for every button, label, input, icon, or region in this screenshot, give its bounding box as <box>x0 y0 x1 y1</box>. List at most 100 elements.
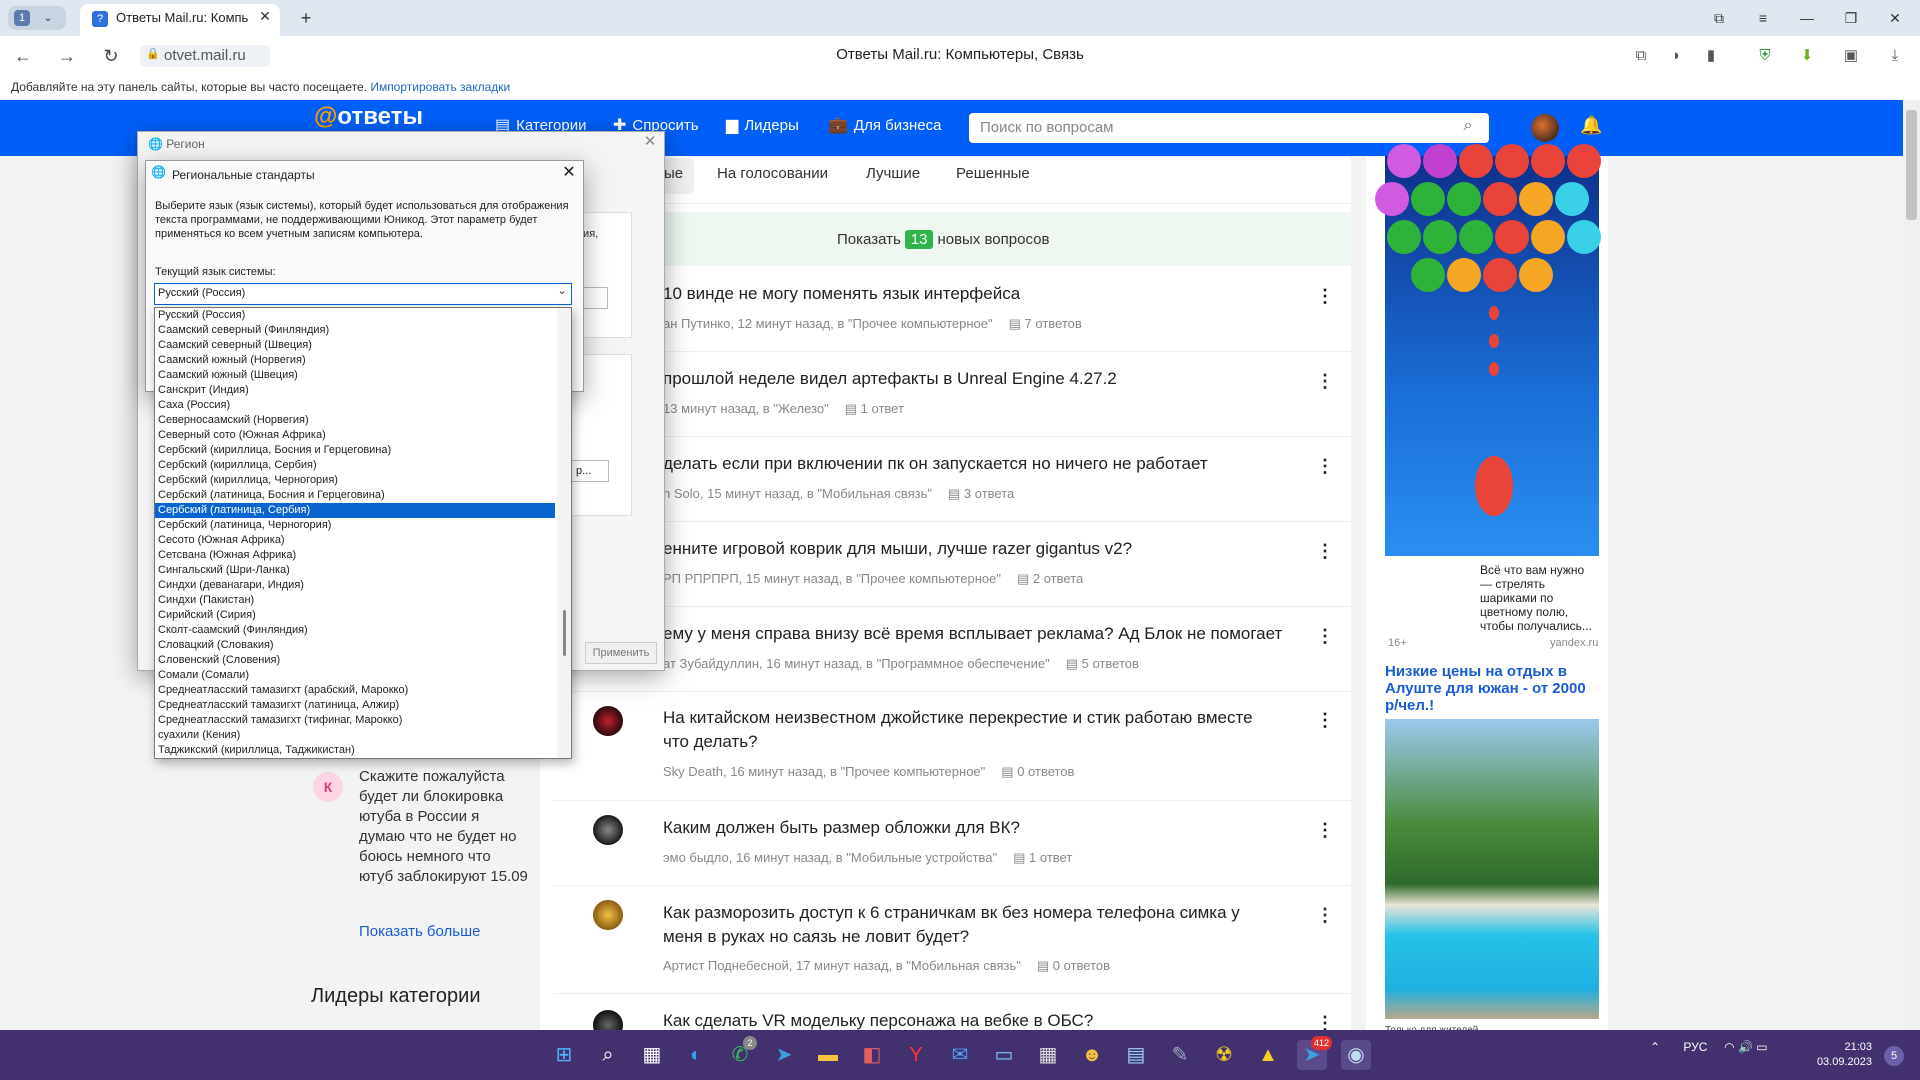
ad-text[interactable]: Всё что вам нужно — стрелять шариками по… <box>1480 563 1596 633</box>
more-vertical-icon[interactable]: ⋮ <box>1316 456 1334 476</box>
question-author[interactable]: Sky Death, 16 минут назад, в "Прочее ком… <box>663 764 985 779</box>
chevron-up-icon[interactable]: ⌃ <box>1650 1040 1660 1054</box>
question-answers[interactable]: 7 ответов <box>1025 316 1082 331</box>
nav-leaders[interactable]: ▆ Лидеры <box>726 117 799 139</box>
lock-icon[interactable]: 🔒 <box>146 49 160 63</box>
left-question-text[interactable]: Скажите пожалуйста будет ли блокировка ю… <box>359 767 529 907</box>
language-option[interactable]: Таджикский (кириллица, Таджикистан) <box>155 743 555 758</box>
restore-icon[interactable]: ❐ <box>1838 8 1864 28</box>
task-view-icon[interactable]: ▦ <box>637 1040 667 1070</box>
nav-business[interactable]: 💼 Для бизнеса <box>828 117 941 139</box>
question-title[interactable]: На китайском неизвестном джойстике перек… <box>663 706 1283 754</box>
region-settings-taskbar-icon[interactable]: ◉ <box>1341 1040 1371 1070</box>
region-settings-button[interactable]: р... <box>569 460 609 482</box>
more-vertical-icon[interactable]: ⋮ <box>1316 820 1334 840</box>
question-author[interactable]: ан Путинко, 12 минут назад, в "Прочее ко… <box>663 316 993 331</box>
question-author[interactable]: n Solo, 15 минут назад, в "Мобильная свя… <box>663 486 932 501</box>
question-row[interactable] <box>553 801 1351 886</box>
more-vertical-icon[interactable]: ⋮ <box>1316 710 1334 730</box>
menu-icon[interactable]: ≡ <box>1750 8 1776 28</box>
tab-title[interactable]: Ответы Mail.ru: Компь <box>116 10 258 28</box>
import-bookmarks-link[interactable]: Импортировать закладки <box>370 80 510 94</box>
protect-shield-icon[interactable]: ⛨ <box>1754 46 1776 66</box>
question-row[interactable] <box>553 607 1351 692</box>
window-close-icon[interactable]: ✕ <box>1882 8 1908 28</box>
reload-icon[interactable]: ↻ <box>100 46 122 66</box>
new-questions-text[interactable]: Показать 13 новых вопросов <box>837 230 1049 250</box>
telegram-active-icon[interactable]: ➤ 412 <box>1297 1036 1333 1070</box>
more-vertical-icon[interactable]: ⋮ <box>1316 371 1334 391</box>
language-option[interactable]: Сингальский (Шри-Ланка) <box>155 563 555 578</box>
dropdown-scrollbar[interactable] <box>557 308 571 758</box>
question-author[interactable]: Артист Поднебесной, 17 минут назад, в "М… <box>663 958 1021 973</box>
start-windows-icon[interactable]: ⊞ <box>549 1040 579 1070</box>
new-tab-plus-icon[interactable]: + <box>294 8 318 28</box>
input-language[interactable]: РУС <box>1683 1040 1707 1054</box>
language-option[interactable]: Санскрит (Индия) <box>155 383 555 398</box>
edge-browser-icon[interactable]: ◐ <box>681 1040 711 1070</box>
language-option[interactable]: Сесото (Южная Африка) <box>155 533 555 548</box>
question-row[interactable] <box>553 352 1351 437</box>
back-arrow-icon[interactable]: ← <box>12 46 34 66</box>
triangle-app-icon[interactable]: ▲ <box>1253 1040 1283 1070</box>
question-title[interactable]: Как разморозить доступ к 6 страничкам вк… <box>663 901 1283 949</box>
question-title[interactable]: енните игровой коврик для мыши, лучше ra… <box>663 537 1283 561</box>
question-row[interactable] <box>553 522 1351 607</box>
language-option[interactable]: Сирийский (Сирия) <box>155 608 555 623</box>
calculator-icon[interactable]: ▦ <box>1033 1040 1063 1070</box>
language-option[interactable]: Сербский (кириллица, Черногория) <box>155 473 555 488</box>
language-option[interactable]: Среднеатласский тамазигхт (арабский, Мар… <box>155 683 555 698</box>
tab-count-badge[interactable]: 1 <box>14 10 30 26</box>
question-author[interactable]: 13 минут назад, в "Железо" <box>663 401 829 416</box>
search-placeholder[interactable]: Поиск по вопросам <box>980 119 1280 137</box>
tab-solved[interactable]: Решенные <box>956 165 1030 185</box>
ad-source[interactable]: yandex.ru <box>1550 637 1598 649</box>
question-row[interactable] <box>553 437 1351 522</box>
language-option[interactable]: Саамский северный (Финляндия) <box>155 323 555 338</box>
page-scrollbar[interactable] <box>1903 100 1920 1030</box>
region-change-button[interactable] <box>582 287 608 309</box>
question-title[interactable]: Как сделать VR модельку персонажа на веб… <box>663 1009 1283 1031</box>
bookmark-panel-icon[interactable]: ⧉ <box>1706 8 1732 28</box>
region-close-icon[interactable]: ✕ <box>642 134 658 152</box>
minimize-icon[interactable]: — <box>1794 8 1820 28</box>
search-icon[interactable]: ⌕ <box>593 1040 623 1070</box>
language-option[interactable]: Саамский южный (Норвегия) <box>155 353 555 368</box>
url-text[interactable]: otvet.mail.ru <box>164 47 274 65</box>
more-vertical-icon[interactable]: ⋮ <box>1316 541 1334 561</box>
language-option[interactable]: Сербский (латиница, Босния и Герцеговина… <box>155 488 555 503</box>
question-title[interactable]: ему у меня справа внизу всё время всплыв… <box>663 622 1283 646</box>
question-answers[interactable]: 3 ответа <box>964 486 1014 501</box>
language-option[interactable]: Сколт-саамский (Финляндия) <box>155 623 555 638</box>
game-icon[interactable]: ☻ <box>1077 1040 1107 1070</box>
more-vertical-icon[interactable]: ⋮ <box>1316 1013 1328 1030</box>
language-option[interactable]: суахили (Кения) <box>155 728 555 743</box>
language-option[interactable]: Синдхи (Пакистан) <box>155 593 555 608</box>
ad-title-link[interactable]: Низкие цены на отдых в Алуште для южан -… <box>1385 663 1599 717</box>
download-extension-icon[interactable]: ⬇ <box>1796 46 1818 66</box>
question-author[interactable]: эмо быдло, 16 минут назад, в "Мобильные … <box>663 850 997 865</box>
scrollbar-thumb[interactable] <box>1906 110 1917 220</box>
language-option[interactable]: Саамский северный (Швеция) <box>155 338 555 353</box>
question-title[interactable]: прошлой неделе видел артефакты в Unreal … <box>663 367 1283 391</box>
question-answers[interactable]: 0 ответов <box>1053 958 1110 973</box>
language-option[interactable]: Русский (Россия) <box>155 308 555 323</box>
question-answers[interactable]: 0 ответов <box>1017 764 1074 779</box>
monitor-icon[interactable]: ▭ <box>989 1040 1019 1070</box>
question-answers[interactable]: 2 ответа <box>1033 571 1083 586</box>
language-option[interactable]: Сомали (Сомали) <box>155 668 555 683</box>
user-avatar-letter[interactable]: К <box>313 772 343 802</box>
user-avatar[interactable] <box>593 815 623 845</box>
language-option[interactable]: Среднеатласский тамазигхт (тифинаг, Маро… <box>155 713 555 728</box>
language-option[interactable]: Сербский (латиница, Черногория) <box>155 518 555 533</box>
avatar[interactable] <box>1531 114 1559 142</box>
yandex-browser-icon[interactable]: Y <box>901 1040 931 1070</box>
close-icon[interactable]: ✕ <box>561 165 577 183</box>
folder-icon[interactable]: ▬ <box>813 1040 843 1070</box>
copy-link-icon[interactable]: ⧉ <box>1630 46 1652 66</box>
mail-icon[interactable]: ✉ <box>945 1040 975 1070</box>
question-author[interactable]: ат Зубайдуллин, 16 минут назад, в "Прогр… <box>663 656 1050 671</box>
language-option[interactable]: Сетсвана (Южная Африка) <box>155 548 555 563</box>
more-vertical-icon[interactable]: ⋮ <box>1316 905 1334 925</box>
radiation-icon[interactable]: ☢ <box>1209 1040 1239 1070</box>
